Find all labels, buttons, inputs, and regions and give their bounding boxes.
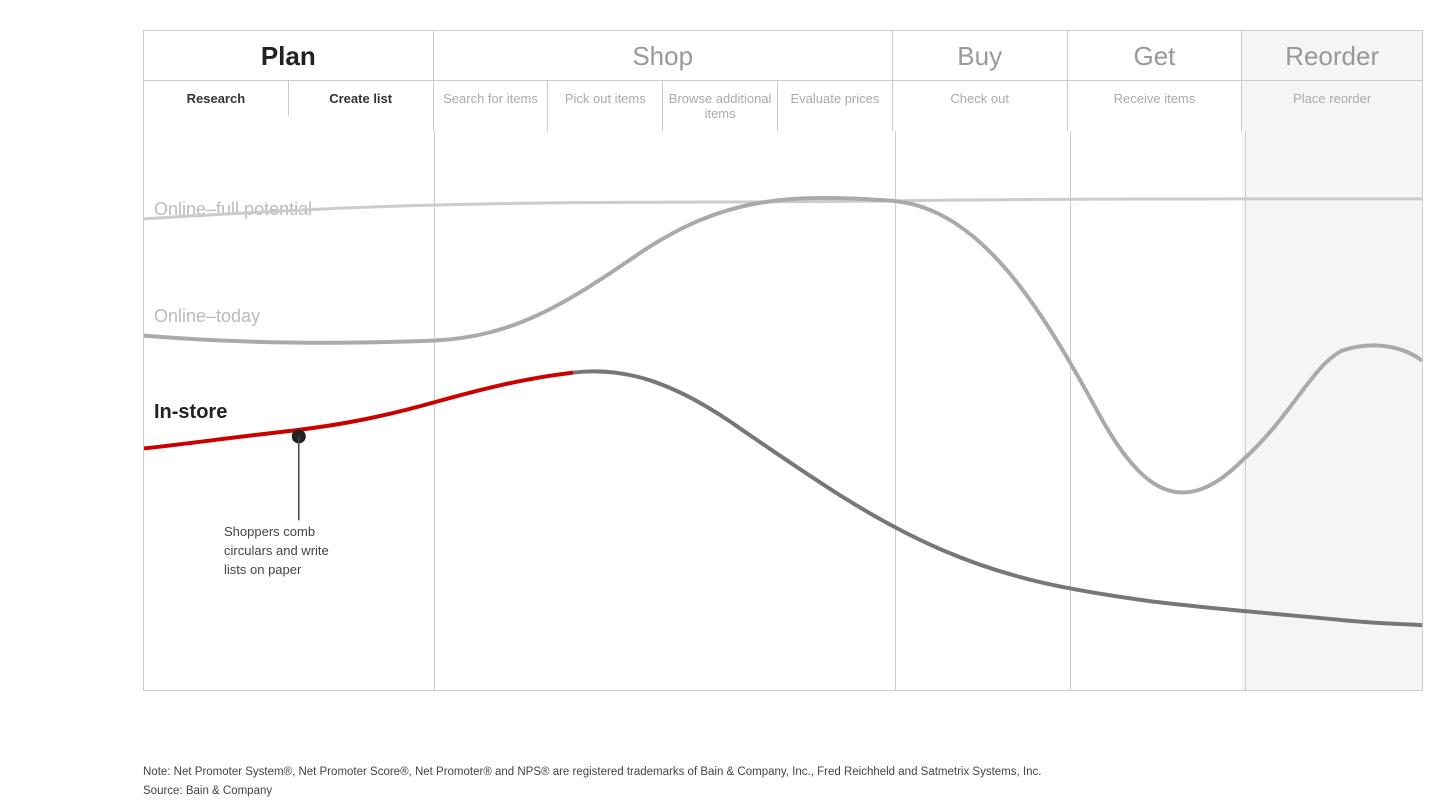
substep-receive: Receive items xyxy=(1068,81,1242,116)
reorder-substeps: Place reorder xyxy=(1242,80,1422,116)
footer-note: Note: Net Promoter System®, Net Promoter… xyxy=(143,763,1041,800)
substep-browse: Browse additional items xyxy=(663,81,778,131)
get-substeps: Receive items xyxy=(1068,80,1242,116)
substep-checkout: Check out xyxy=(893,81,1067,116)
phase-shop-title: Shop xyxy=(434,31,892,80)
annotation-text: Shoppers comb circulars and write lists … xyxy=(224,523,354,580)
substep-evaluate: Evaluate prices xyxy=(778,81,892,131)
footer-line2: Source: Bain & Company xyxy=(143,782,1041,800)
plan-substeps: Research Create list xyxy=(144,80,433,116)
phase-get-title: Get xyxy=(1068,31,1242,80)
substep-search: Search for items xyxy=(434,81,549,131)
chart-svg xyxy=(144,131,1422,690)
phase-get: Get Receive items xyxy=(1068,31,1243,131)
phase-plan-title: Plan xyxy=(144,31,433,80)
shop-substeps: Search for items Pick out items Browse a… xyxy=(434,80,892,131)
phase-buy-title: Buy xyxy=(893,31,1067,80)
substep-research: Research xyxy=(144,81,289,116)
chart-area: ® EASY PAINFUL ® Online–fu xyxy=(143,131,1423,691)
phase-plan: Plan Research Create list xyxy=(144,31,434,131)
phase-reorder-title: Reorder xyxy=(1242,31,1422,80)
phase-shop: Shop Search for items Pick out items Bro… xyxy=(434,31,893,131)
substep-createlist: Create list xyxy=(289,81,433,116)
buy-substeps: Check out xyxy=(893,80,1067,116)
phase-reorder: Reorder Place reorder xyxy=(1242,31,1422,131)
substep-pickout: Pick out items xyxy=(548,81,663,131)
main-container: Plan Research Create list Shop Search fo… xyxy=(143,30,1423,770)
substep-placereorder: Place reorder xyxy=(1242,81,1422,116)
footer-line1: Note: Net Promoter System®, Net Promoter… xyxy=(143,763,1041,781)
header-table: Plan Research Create list Shop Search fo… xyxy=(143,30,1423,131)
phase-buy: Buy Check out xyxy=(893,31,1068,131)
